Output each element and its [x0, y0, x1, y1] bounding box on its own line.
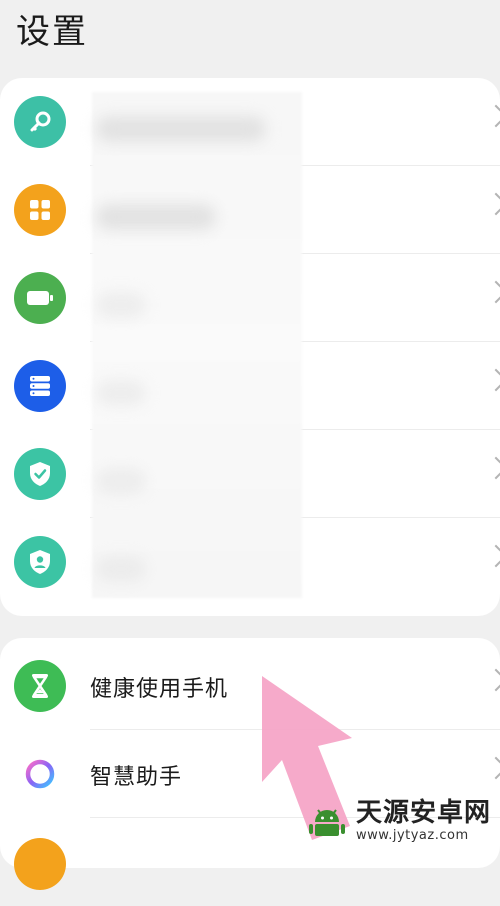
settings-row-healthy-usage[interactable]: 健康使用手机 — [0, 642, 500, 730]
chevron-right-icon — [484, 280, 500, 304]
settings-row-label: 智慧助手 — [90, 765, 183, 790]
settings-group-1 — [0, 78, 500, 616]
apps-grid-icon — [14, 184, 66, 236]
chevron-right-icon — [484, 192, 500, 216]
orange-app-icon — [14, 838, 66, 890]
storage-icon — [14, 360, 66, 412]
assistant-ring-icon — [14, 748, 66, 800]
page-title: 设置 — [16, 12, 88, 52]
battery-icon — [14, 272, 66, 324]
site-watermark: 天源安卓网 www.jytyaz.com — [306, 796, 491, 846]
watermark-url: www.jytyaz.com — [356, 828, 469, 843]
chevron-right-icon — [484, 456, 500, 480]
chevron-right-icon — [484, 668, 500, 692]
chevron-right-icon — [484, 756, 500, 780]
chevron-right-icon — [484, 544, 500, 568]
redacted-labels — [92, 92, 302, 598]
chevron-right-icon — [484, 368, 500, 392]
shield-user-icon — [14, 536, 66, 588]
watermark-name: 天源安卓网 — [356, 798, 492, 828]
hourglass-icon — [14, 660, 66, 712]
settings-row-label: 健康使用手机 — [90, 677, 229, 702]
key-icon — [14, 96, 66, 148]
android-logo-icon — [309, 809, 345, 836]
shield-check-icon — [14, 448, 66, 500]
chevron-right-icon — [484, 104, 500, 128]
